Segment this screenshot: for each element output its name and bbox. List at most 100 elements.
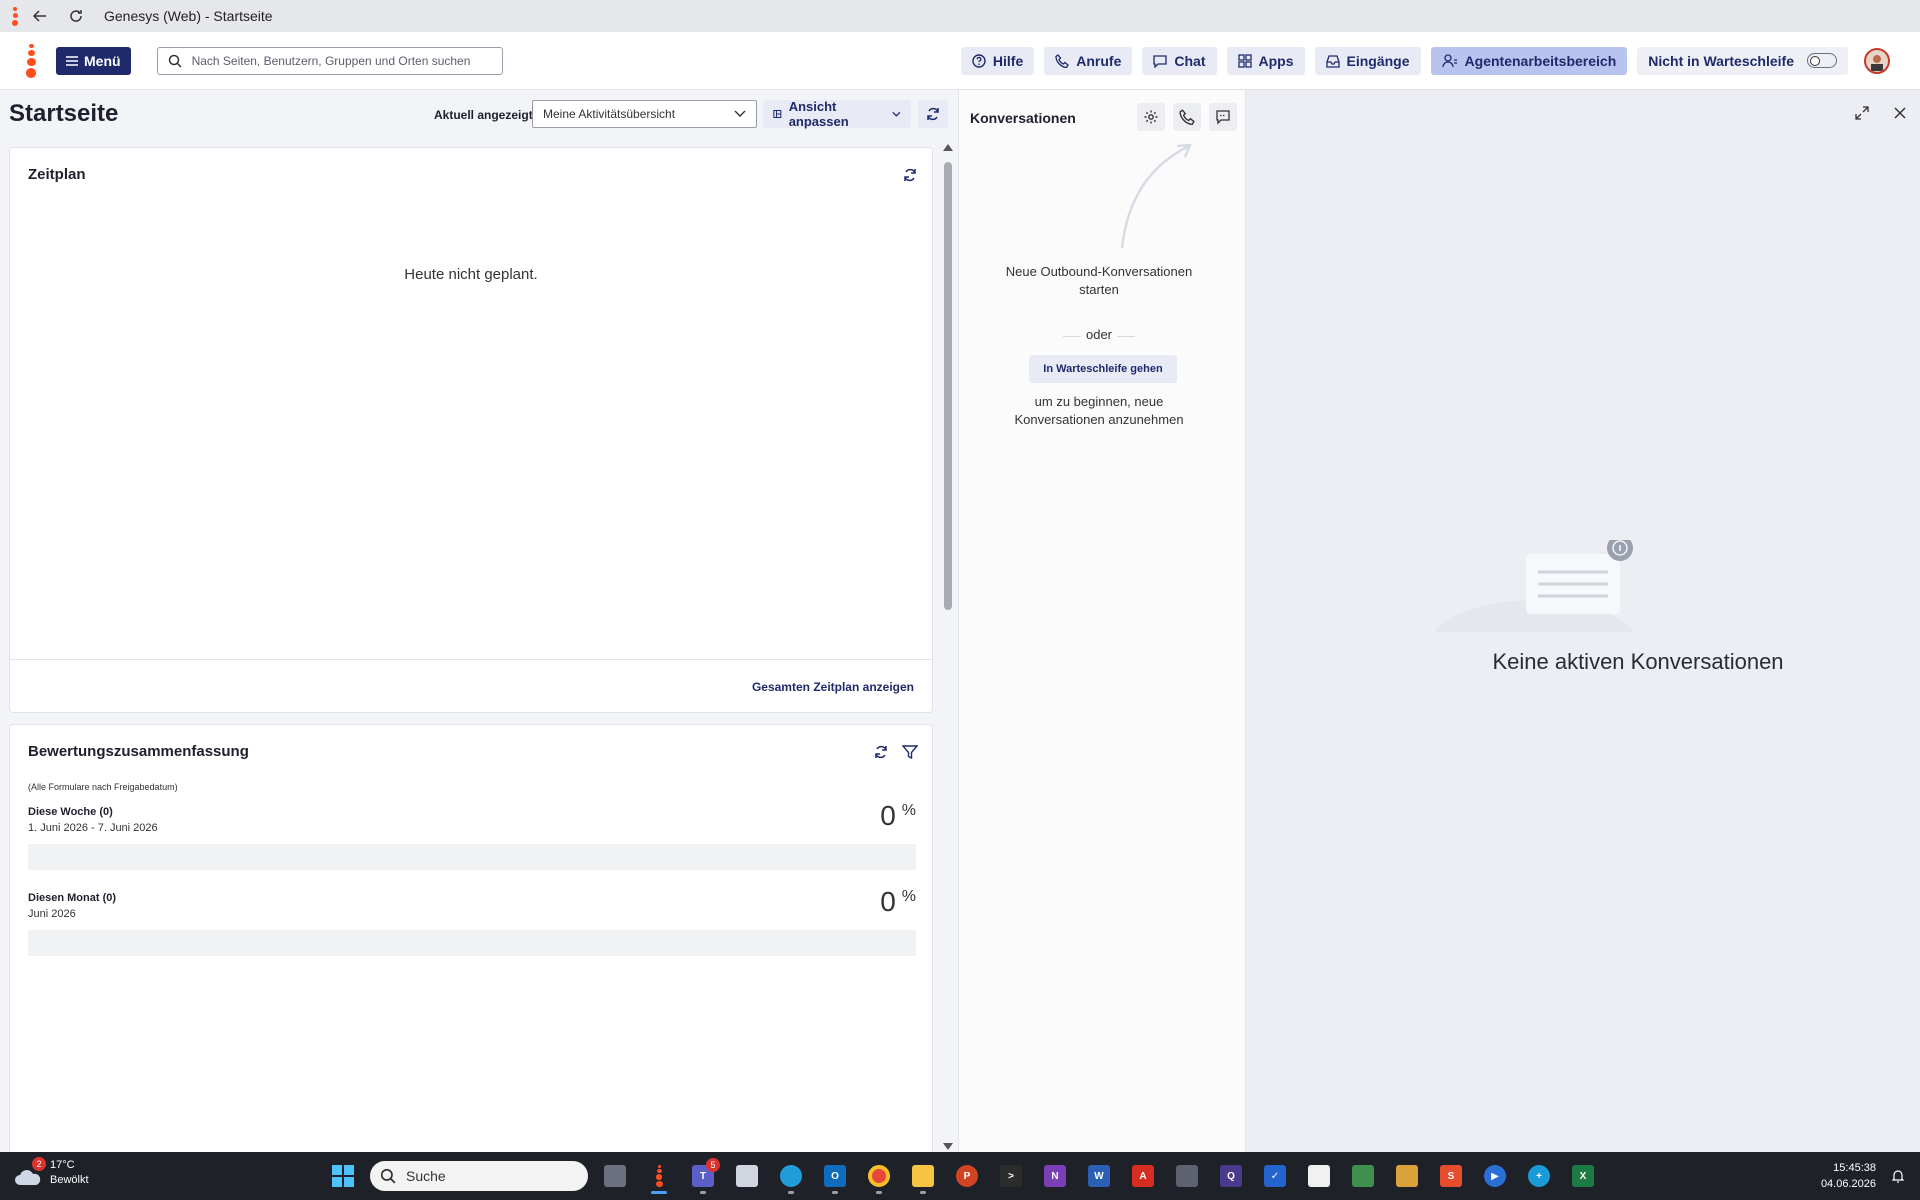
schedule-title: Zeitplan bbox=[28, 166, 86, 183]
menu-button[interactable]: Menü bbox=[56, 46, 131, 75]
reload-icon[interactable] bbox=[58, 0, 94, 32]
schedule-empty-text: Heute nicht geplant. bbox=[404, 266, 538, 283]
metric-label: Diesen Monat (0) bbox=[28, 892, 117, 904]
search-app-icon[interactable]: Q bbox=[1214, 1156, 1248, 1196]
metric-bar bbox=[28, 930, 916, 956]
home-panel: Startseite Aktuell angezeigt Meine Aktiv… bbox=[0, 90, 958, 1164]
scroll-up-icon[interactable] bbox=[943, 144, 953, 151]
inbox-icon bbox=[1325, 54, 1340, 68]
onenote-icon[interactable]: N bbox=[1038, 1156, 1072, 1196]
apps-grid-icon bbox=[1237, 53, 1252, 68]
taskbar-search[interactable]: Suche bbox=[370, 1161, 588, 1191]
scrollbar[interactable] bbox=[941, 142, 953, 1152]
chevron-down-icon bbox=[892, 111, 901, 117]
scrollbar-thumb[interactable] bbox=[944, 162, 952, 610]
windows-start-icon[interactable] bbox=[326, 1156, 360, 1196]
task-view-icon[interactable] bbox=[598, 1156, 632, 1196]
inbox-button[interactable]: Eingänge bbox=[1314, 46, 1421, 75]
paint-icon[interactable] bbox=[1390, 1156, 1424, 1196]
window-titlebar: Genesys (Web) - Startseite bbox=[0, 0, 1920, 122]
window-title: Genesys (Web) - Startseite bbox=[104, 8, 273, 24]
system-clock[interactable]: 15:45:38 04.06.2026 bbox=[1821, 1160, 1876, 1192]
apps-label: Apps bbox=[1258, 52, 1294, 69]
avatar[interactable] bbox=[1864, 47, 1890, 74]
word-icon[interactable]: W bbox=[1082, 1156, 1116, 1196]
refresh-icon bbox=[927, 107, 939, 121]
refresh-icon[interactable] bbox=[872, 743, 890, 761]
weather-condition: Bewölkt bbox=[50, 1174, 89, 1186]
chrome-icon[interactable] bbox=[862, 1156, 896, 1196]
toggle-switch[interactable] bbox=[1807, 53, 1837, 68]
terminal-icon[interactable]: > bbox=[994, 1156, 1028, 1196]
hamburger-icon bbox=[66, 55, 78, 66]
new-call-button[interactable] bbox=[1173, 103, 1201, 131]
spreadsheet-icon[interactable] bbox=[1346, 1156, 1380, 1196]
plus-app-icon[interactable]: + bbox=[1522, 1156, 1556, 1196]
empty-conversations-title: Keine aktiven Konversationen bbox=[1492, 649, 1784, 674]
chevron-down-icon bbox=[734, 110, 746, 117]
agent-icon bbox=[1441, 53, 1457, 67]
go-on-queue-button[interactable]: In Warteschleife gehen bbox=[1029, 355, 1177, 383]
snagit-icon[interactable]: S bbox=[1434, 1156, 1468, 1196]
outlook-icon[interactable]: O bbox=[818, 1156, 852, 1196]
filter-icon[interactable] bbox=[901, 743, 919, 761]
help-circle-icon bbox=[972, 53, 986, 68]
powerpoint-icon[interactable]: P bbox=[950, 1156, 984, 1196]
agent-workspace-label: Agentenarbeitsbereich bbox=[1464, 52, 1617, 69]
view-select-value: Meine Aktivitätsübersicht bbox=[543, 107, 676, 121]
refresh-icon[interactable] bbox=[901, 166, 919, 184]
view-select[interactable]: Meine Aktivitätsübersicht bbox=[532, 100, 757, 128]
expand-icon[interactable] bbox=[1851, 102, 1873, 124]
apps-button[interactable]: Apps bbox=[1226, 46, 1305, 75]
calculator-icon[interactable] bbox=[1170, 1156, 1204, 1196]
chat-label: Chat bbox=[1174, 52, 1206, 69]
clock-date: 04.06.2026 bbox=[1820, 1178, 1876, 1190]
file-explorer-icon[interactable] bbox=[906, 1156, 940, 1196]
metric-value: 0 % bbox=[880, 886, 916, 918]
new-message-button[interactable] bbox=[1209, 103, 1237, 131]
acrobat-icon[interactable]: A bbox=[1126, 1156, 1160, 1196]
calls-button[interactable]: Anrufe bbox=[1044, 46, 1133, 75]
help-label: Hilfe bbox=[992, 52, 1024, 69]
windows-taskbar: 2 17°C Bewölkt Suche T 5 O P > N W A Q ✓… bbox=[0, 1152, 1920, 1200]
chat-button[interactable]: Chat bbox=[1142, 46, 1217, 75]
search-icon bbox=[168, 54, 182, 68]
search-input[interactable] bbox=[191, 53, 492, 68]
phone-icon bbox=[1179, 109, 1195, 125]
queue-status-label: Nicht in Warteschleife bbox=[1648, 52, 1794, 69]
media-player-icon[interactable]: ▶ bbox=[1478, 1156, 1512, 1196]
weather-widget[interactable]: 2 17°C Bewölkt bbox=[14, 1157, 89, 1188]
queue-status-toggle[interactable]: Nicht in Warteschleife bbox=[1637, 46, 1848, 75]
metric-range: Juni 2026 bbox=[28, 908, 76, 920]
scroll-down-icon[interactable] bbox=[943, 1143, 953, 1150]
detail-panel: Keine aktiven Konversationen bbox=[1246, 90, 1920, 1152]
evaluation-subtitle: (Alle Formulare nach Freigabedatum) bbox=[28, 782, 178, 792]
metric-bar bbox=[28, 844, 916, 870]
global-search[interactable] bbox=[156, 46, 503, 75]
empty-conversations-illustration bbox=[1434, 540, 1634, 632]
genesys-logo-icon[interactable] bbox=[22, 43, 40, 78]
metric-value: 0 % bbox=[880, 800, 916, 832]
remote-desktop-icon[interactable] bbox=[730, 1156, 764, 1196]
top-navigation: Menü Hilfe Anrufe Chat Apps Eingänge Age… bbox=[0, 32, 1920, 90]
notification-bell-icon[interactable] bbox=[1890, 1168, 1906, 1189]
edge-icon[interactable] bbox=[774, 1156, 808, 1196]
view-full-schedule-link[interactable]: Gesamten Zeitplan anzeigen bbox=[752, 680, 914, 694]
close-icon[interactable] bbox=[1889, 102, 1911, 124]
help-button[interactable]: Hilfe bbox=[960, 46, 1035, 75]
todo-icon[interactable]: ✓ bbox=[1258, 1156, 1292, 1196]
genesys-app-icon[interactable] bbox=[642, 1156, 676, 1196]
adjust-view-button[interactable]: Ansicht anpassen bbox=[763, 99, 911, 129]
metric-number: 0 bbox=[880, 800, 896, 831]
teams-icon[interactable]: T 5 bbox=[686, 1156, 720, 1196]
evaluation-card: Bewertungszusammenfassung (Alle Formular… bbox=[9, 724, 933, 1164]
notepad-icon[interactable] bbox=[1302, 1156, 1336, 1196]
settings-button[interactable] bbox=[1137, 103, 1165, 131]
agent-workspace-button[interactable]: Agentenarbeitsbereich bbox=[1430, 46, 1628, 75]
view-label: Aktuell angezeigt bbox=[434, 108, 533, 122]
metric-range: 1. Juni 2026 - 7. Juni 2026 bbox=[28, 822, 158, 834]
excel-icon[interactable]: X bbox=[1566, 1156, 1600, 1196]
refresh-button[interactable] bbox=[918, 100, 948, 128]
back-icon[interactable] bbox=[22, 0, 58, 32]
metric-label: Diese Woche (0) bbox=[28, 806, 113, 818]
